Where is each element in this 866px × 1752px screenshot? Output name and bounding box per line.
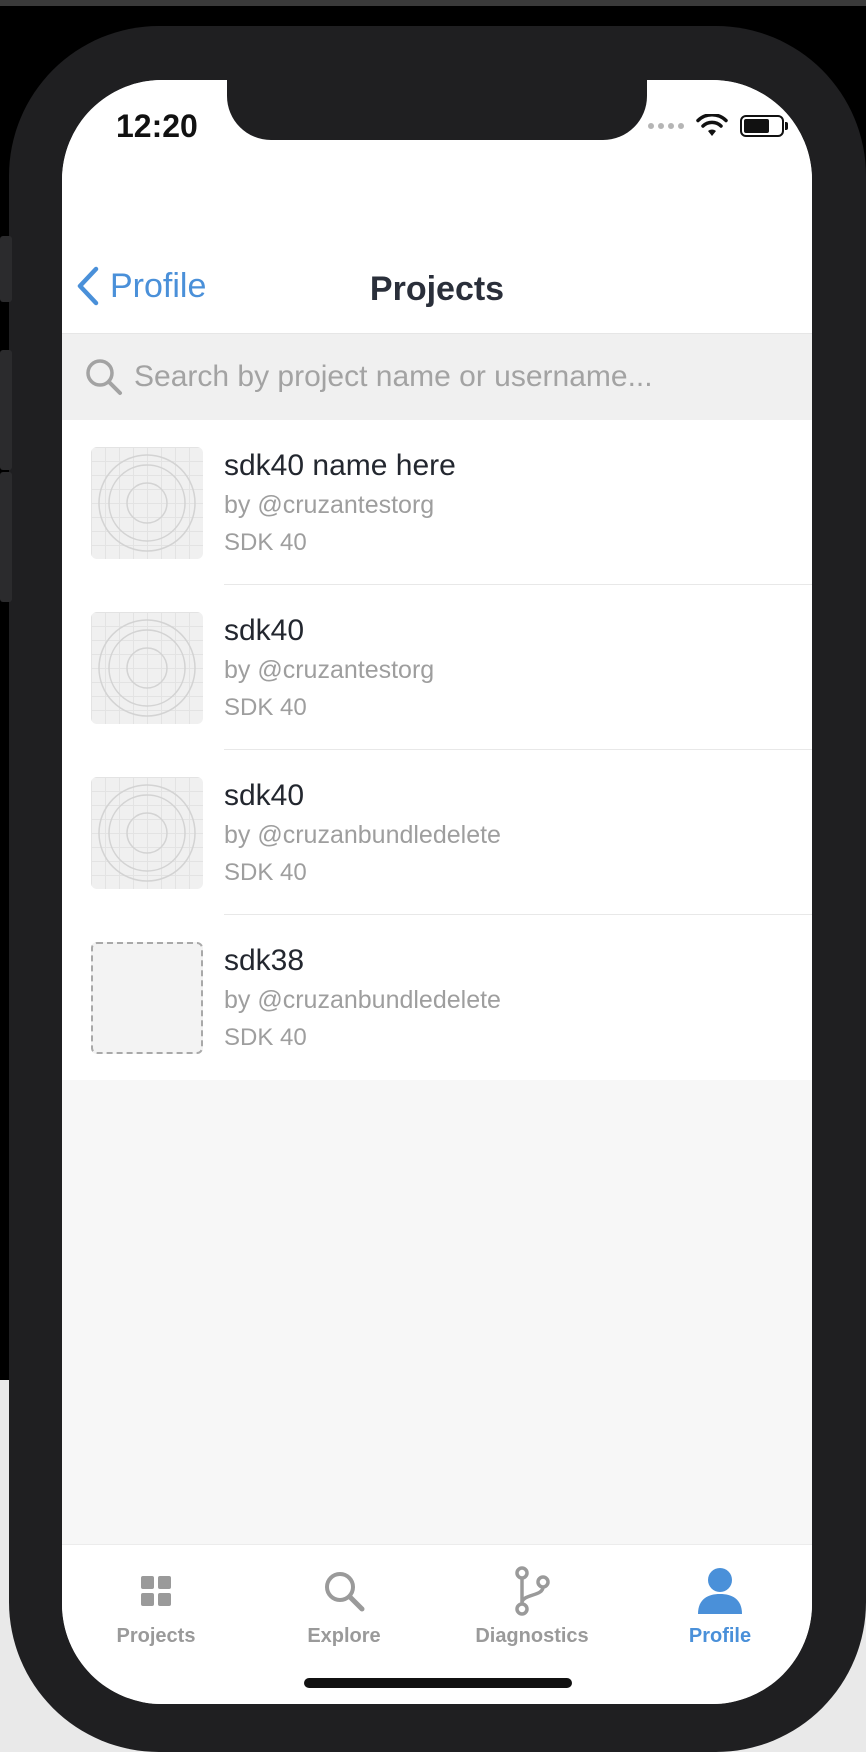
grid-icon: [141, 1576, 171, 1606]
tab-profile[interactable]: Profile: [626, 1563, 812, 1648]
project-row[interactable]: sdk38 by @cruzanbundledelete SDK 40: [62, 915, 812, 1080]
project-row[interactable]: sdk40 by @cruzanbundledelete SDK 40: [62, 750, 812, 915]
wifi-icon: [696, 114, 728, 136]
project-info: sdk38 by @cruzanbundledelete SDK 40: [224, 941, 501, 1057]
phone-screen: 12:20 Profile Projects Search by project…: [62, 80, 812, 1704]
project-owner: by @cruzanbundledelete: [224, 821, 501, 849]
project-name: sdk40: [224, 614, 305, 647]
project-sdk: SDK 40: [224, 859, 307, 886]
project-default-icon: [91, 447, 203, 559]
project-empty-icon: [91, 942, 203, 1054]
status-icons: [648, 114, 788, 138]
tab-projects[interactable]: Projects: [62, 1563, 250, 1648]
project-owner: by @cruzanbundledelete: [224, 986, 501, 1014]
search-icon: [86, 359, 122, 395]
project-list: sdk40 name here by @cruzantestorg SDK 40…: [62, 420, 812, 1080]
project-name: sdk38: [224, 944, 305, 977]
project-row[interactable]: sdk40 by @cruzantestorg SDK 40: [62, 585, 812, 750]
home-indicator[interactable]: [304, 1678, 572, 1688]
status-time: 12:20: [116, 108, 198, 144]
volume-down-button: [0, 472, 12, 602]
tab-explore-label: Explore: [307, 1625, 381, 1647]
battery-icon: [740, 115, 788, 137]
project-row[interactable]: sdk40 name here by @cruzantestorg SDK 40: [62, 420, 812, 585]
project-info: sdk40 by @cruzantestorg SDK 40: [224, 611, 434, 727]
project-name: sdk40 name here: [224, 449, 456, 482]
search-bar[interactable]: Search by project name or username...: [62, 334, 812, 420]
project-sdk: SDK 40: [224, 529, 307, 556]
camera-notch: [227, 80, 647, 140]
search-input-placeholder: Search by project name or username...: [134, 360, 653, 393]
project-default-icon: [91, 777, 203, 889]
tab-projects-label: Projects: [116, 1625, 196, 1647]
project-sdk: SDK 40: [224, 1024, 307, 1051]
project-info: sdk40 by @cruzanbundledelete SDK 40: [224, 776, 501, 892]
tab-explore[interactable]: Explore: [250, 1563, 438, 1648]
project-name: sdk40: [224, 779, 305, 812]
project-owner: by @cruzantestorg: [224, 656, 435, 684]
project-info: sdk40 name here by @cruzantestorg SDK 40: [224, 446, 456, 562]
project-sdk: SDK 40: [224, 694, 307, 721]
search-icon: [325, 1572, 365, 1612]
navigation-bar: Profile Projects: [62, 190, 812, 334]
project-owner: by @cruzantestorg: [224, 491, 435, 519]
project-default-icon: [91, 612, 203, 724]
volume-up-button: [0, 350, 12, 470]
tab-diagnostics[interactable]: Diagnostics: [438, 1563, 626, 1648]
tab-profile-label: Profile: [688, 1625, 752, 1647]
silent-switch: [0, 236, 12, 302]
person-icon: [698, 1568, 742, 1614]
branch-icon: [515, 1566, 550, 1616]
window-top-edge: [0, 0, 866, 6]
page-title: Projects: [369, 270, 505, 308]
cellular-signal-icon: [648, 123, 684, 129]
tab-diagnostics-label: Diagnostics: [475, 1625, 589, 1647]
